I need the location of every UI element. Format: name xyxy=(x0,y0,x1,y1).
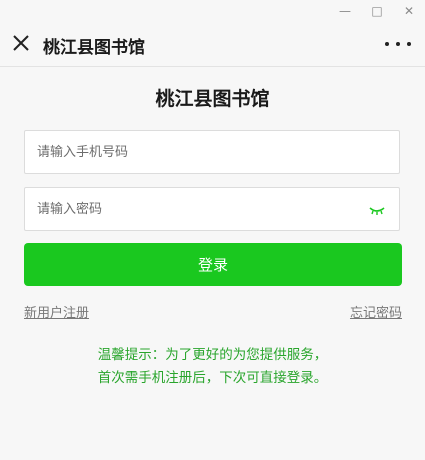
maximize-button[interactable]: □ xyxy=(361,0,393,22)
tips-text: 温馨提示：为了更好的为您提供服务， 首次需手机注册后，下次可直接登录。 xyxy=(0,344,425,390)
minimize-button[interactable]: — xyxy=(329,0,361,22)
login-button[interactable]: 登录 xyxy=(24,243,402,286)
phone-field[interactable] xyxy=(24,130,400,174)
eye-closed-icon[interactable] xyxy=(369,204,385,216)
header-divider xyxy=(0,66,425,67)
more-icon[interactable] xyxy=(385,33,411,55)
password-field[interactable] xyxy=(24,187,400,231)
window-controls: — □ ✕ xyxy=(0,0,425,22)
window-close-button[interactable]: ✕ xyxy=(393,0,425,22)
forgot-password-link[interactable]: 忘记密码 xyxy=(350,302,402,321)
app-title: 桃江县图书馆 xyxy=(43,38,145,58)
page-title: 桃江县图书馆 xyxy=(155,88,270,110)
phone-input[interactable] xyxy=(25,131,349,173)
password-input[interactable] xyxy=(25,188,349,230)
register-link[interactable]: 新用户注册 xyxy=(24,302,89,321)
tips-line-2: 首次需手机注册后，下次可直接登录。 xyxy=(97,370,328,386)
close-icon[interactable] xyxy=(10,32,32,54)
tips-line-1: 温馨提示：为了更好的为您提供服务， xyxy=(97,347,328,363)
title-bar: 桃江县图书馆 xyxy=(0,22,425,66)
